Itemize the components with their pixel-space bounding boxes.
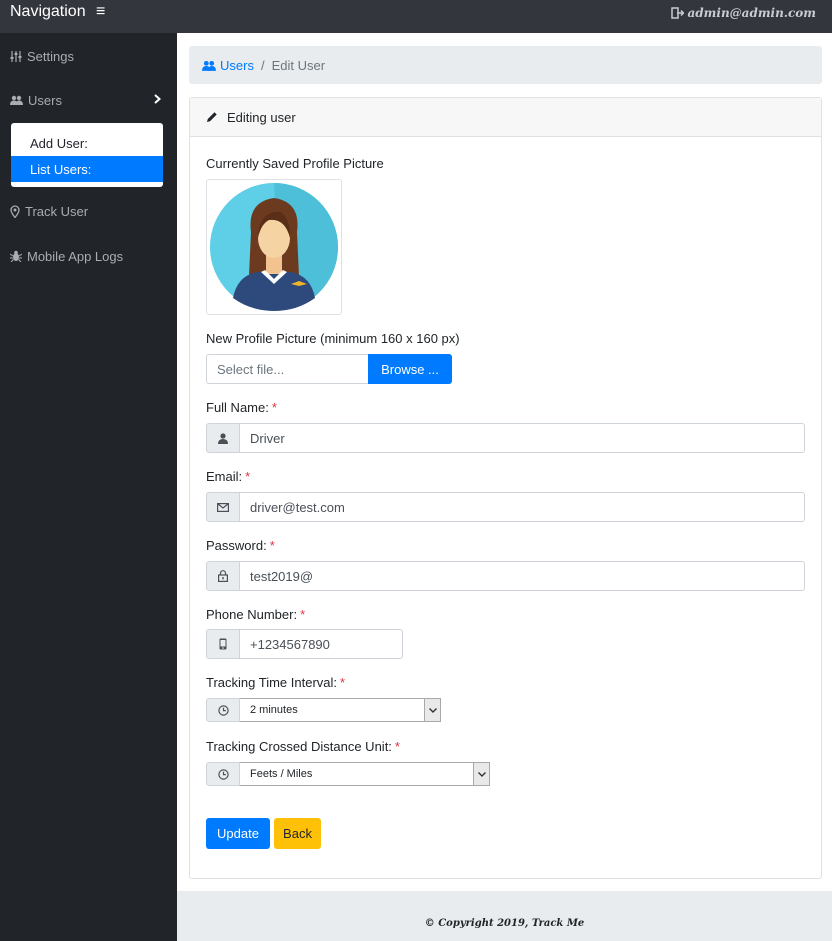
chevron-right-icon: [154, 94, 161, 104]
users-icon: [202, 60, 216, 71]
full-name-group: Driver: [206, 423, 805, 453]
footer: © Copyright 2019, Track Me: [177, 891, 832, 941]
email-label: Email: *: [206, 469, 251, 484]
pencil-icon: [207, 112, 217, 122]
distance-unit-select[interactable]: Feets / Miles: [240, 762, 490, 786]
chevron-down-icon: [477, 771, 486, 777]
copyright-text: © Copyright 2019, Track Me: [424, 917, 585, 929]
interval-label: Tracking Time Interval: *: [206, 675, 346, 690]
mobile-phone-icon: [219, 638, 227, 650]
addon: [206, 629, 240, 659]
dropdown-arrow[interactable]: [473, 763, 489, 785]
addon: [206, 561, 240, 591]
interval-select[interactable]: 2 minutes: [240, 698, 441, 722]
addon: [206, 492, 240, 522]
sidebar-item-users[interactable]: Users: [0, 85, 177, 115]
email-group: driver@test.com: [206, 492, 805, 522]
bug-icon: [10, 250, 22, 262]
required-mark: *: [271, 400, 277, 415]
breadcrumb-separator: /: [260, 57, 265, 73]
new-picture-label: New Profile Picture (minimum 160 x 160 p…: [206, 331, 460, 346]
browse-button[interactable]: Browse ...: [368, 354, 452, 384]
top-navbar: Navigation ≡ admin@admin.com: [0, 0, 832, 33]
email-input[interactable]: driver@test.com: [240, 492, 805, 522]
password-label: Password: *: [206, 538, 275, 553]
sidebar-item-mobile-app-logs[interactable]: Mobile App Logs: [0, 241, 177, 271]
sidebar-item-settings[interactable]: Settings: [0, 41, 177, 71]
distance-unit-group: Feets / Miles: [206, 762, 490, 786]
users-submenu: Add User: List Users:: [11, 123, 163, 187]
required-mark: *: [340, 675, 346, 690]
envelope-icon: [217, 502, 229, 512]
clock-icon: [217, 768, 229, 780]
password-input[interactable]: test2019@: [240, 561, 805, 591]
interval-group: 2 minutes: [206, 698, 441, 722]
submenu-item-list-users[interactable]: List Users:: [11, 156, 163, 182]
sidebar-item-label: Mobile App Logs: [27, 248, 124, 264]
sidebar: Settings Users Add User: List Users: Tra…: [0, 33, 177, 941]
full-name-label: Full Name: *: [206, 400, 277, 415]
breadcrumb-users-link[interactable]: Users: [202, 58, 254, 73]
required-mark: *: [245, 469, 251, 484]
hamburger-menu-icon[interactable]: ≡: [96, 3, 105, 21]
map-pin-icon: [10, 204, 20, 218]
phone-input[interactable]: +1234567890: [240, 629, 403, 659]
update-button[interactable]: Update: [206, 818, 270, 849]
full-name-input[interactable]: Driver: [240, 423, 805, 453]
file-upload-group: Select file... Browse ...: [206, 354, 452, 384]
admin-email: admin@admin.com: [687, 6, 816, 20]
chevron-down-icon: [428, 707, 437, 713]
back-button[interactable]: Back: [274, 818, 321, 849]
profile-picture-preview: [206, 179, 342, 315]
current-picture-label: Currently Saved Profile Picture: [206, 156, 384, 171]
sign-out-icon: [670, 7, 684, 19]
user-logout-link[interactable]: admin@admin.com: [670, 6, 816, 20]
users-icon: [10, 95, 23, 105]
distance-unit-label: Tracking Crossed Distance Unit: *: [206, 739, 400, 754]
dropdown-arrow[interactable]: [424, 699, 440, 721]
breadcrumb-current: Edit User: [271, 57, 326, 73]
required-mark: *: [300, 607, 306, 622]
card-header: Editing user: [190, 98, 821, 137]
addon: [206, 698, 240, 722]
nav-brand: Navigation: [10, 3, 86, 20]
lock-icon: [218, 570, 228, 582]
user-icon: [218, 432, 228, 444]
phone-group: +1234567890: [206, 629, 403, 659]
avatar-image: [210, 183, 339, 311]
sliders-icon: [10, 50, 22, 62]
sidebar-item-track-user[interactable]: Track User: [0, 196, 177, 226]
required-mark: *: [269, 538, 275, 553]
sidebar-item-label: Settings: [27, 48, 74, 64]
addon: [206, 762, 240, 786]
password-group: test2019@: [206, 561, 805, 591]
breadcrumb-root-label: Users: [220, 57, 254, 73]
sidebar-item-label: Users: [28, 92, 62, 108]
phone-label: Phone Number: *: [206, 607, 306, 622]
required-mark: *: [394, 739, 400, 754]
sidebar-item-label: Track User: [25, 203, 89, 219]
file-select-input[interactable]: Select file...: [206, 354, 368, 384]
distance-unit-selected-value: Feets / Miles: [250, 768, 313, 780]
card-title: Editing user: [227, 109, 296, 125]
interval-selected-value: 2 minutes: [250, 704, 298, 716]
breadcrumb: Users / Edit User: [189, 46, 822, 84]
addon: [206, 423, 240, 453]
submenu-item-add-user[interactable]: Add User:: [11, 130, 163, 156]
clock-icon: [217, 704, 229, 716]
